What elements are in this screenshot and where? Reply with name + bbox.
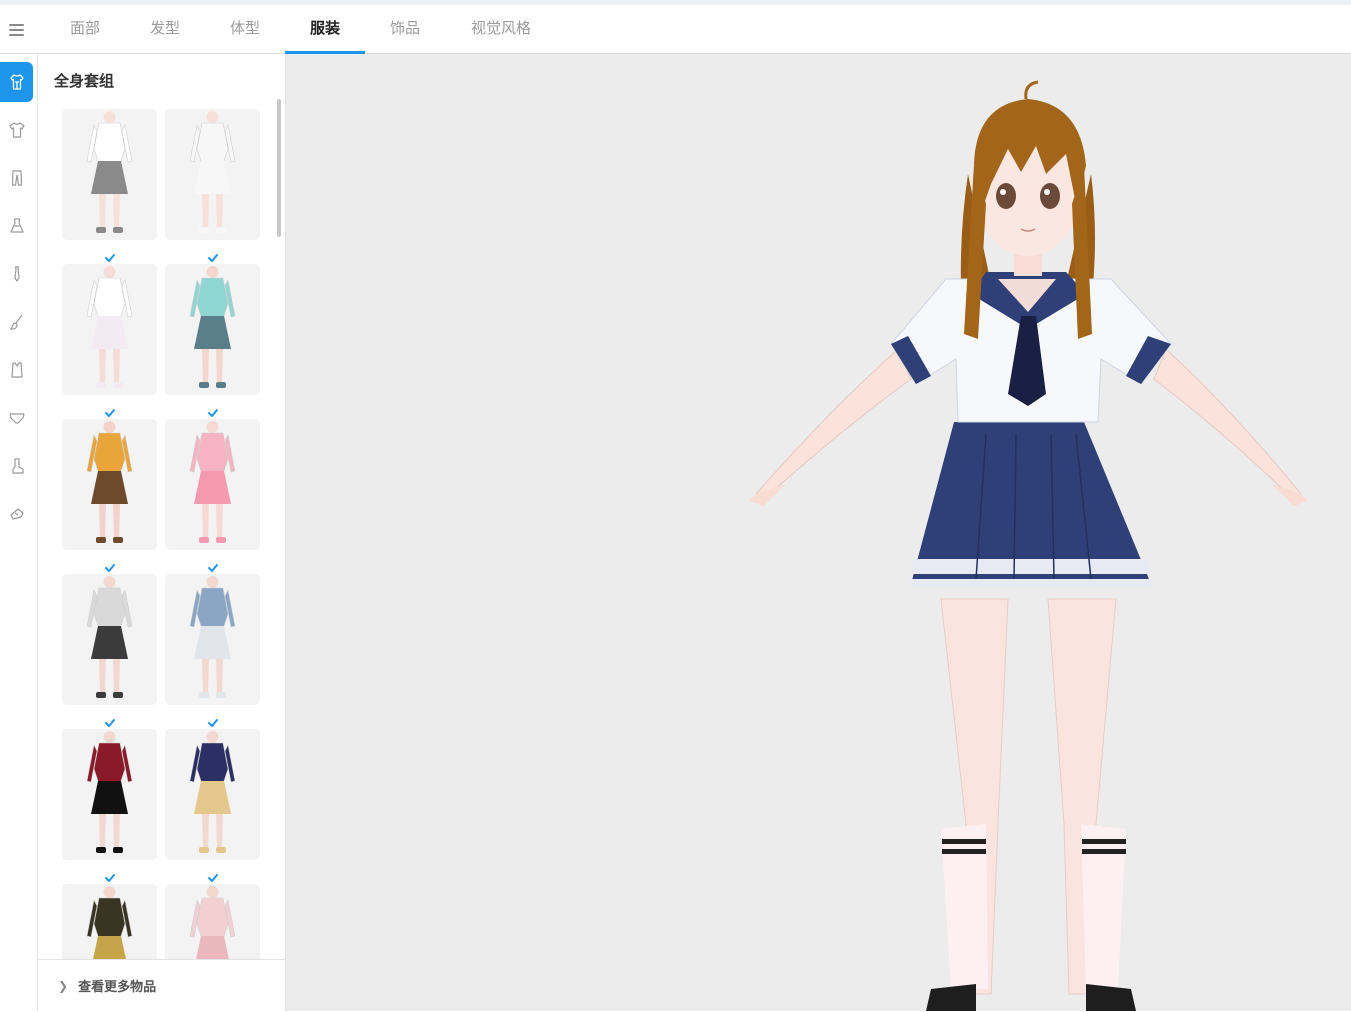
outfit-card-pink-lolita-dress[interactable] bbox=[165, 419, 260, 550]
checkmark-icon bbox=[207, 868, 219, 882]
shoe-icon bbox=[9, 508, 24, 520]
avatar-viewport[interactable] bbox=[286, 54, 1351, 1011]
underwear-icon bbox=[8, 413, 25, 424]
outfit-thumbnail bbox=[86, 266, 133, 388]
outfit-thumbnail bbox=[189, 731, 236, 853]
checkmark-icon bbox=[104, 713, 116, 727]
checkmark-icon bbox=[104, 558, 116, 572]
full-outfit-icon bbox=[9, 74, 24, 90]
rail-sock[interactable] bbox=[0, 446, 33, 486]
checkmark-icon bbox=[207, 558, 219, 572]
view-more-button[interactable]: ❯ 查看更多物品 bbox=[58, 976, 157, 996]
outfit-thumbnail bbox=[86, 421, 133, 543]
outfit-thumbnail bbox=[189, 266, 236, 388]
rail-dress[interactable] bbox=[0, 206, 33, 246]
outfit-card-blue-maid-dress[interactable] bbox=[165, 574, 260, 705]
outfit-card-red-black-dress[interactable] bbox=[62, 729, 157, 860]
checkmark-icon bbox=[207, 248, 219, 262]
outfit-thumbnail bbox=[189, 421, 236, 543]
category-rail bbox=[0, 54, 38, 1011]
tab-body[interactable]: 体型 bbox=[220, 5, 270, 53]
checkmark-icon bbox=[104, 248, 116, 262]
outfit-card-brown-lolita-dress[interactable] bbox=[62, 419, 157, 550]
rail-full-outfit[interactable] bbox=[0, 62, 33, 102]
rail-pants[interactable] bbox=[0, 158, 33, 198]
checkmark-icon bbox=[207, 403, 219, 417]
tab-hairstyle[interactable]: 发型 bbox=[140, 5, 190, 53]
outfit-thumbnail bbox=[86, 111, 133, 233]
checkmark-icon bbox=[104, 403, 116, 417]
outfit-thumbnail bbox=[86, 731, 133, 853]
vest-icon bbox=[10, 362, 23, 378]
outfit-card-white-shirt-dress[interactable] bbox=[165, 109, 260, 240]
avatar-model bbox=[749, 80, 1308, 1011]
tab-face[interactable]: 面部 bbox=[60, 5, 110, 53]
rail-underwear[interactable] bbox=[0, 398, 33, 438]
dress-icon bbox=[9, 218, 24, 233]
outfit-card-white-frilly-dress[interactable] bbox=[62, 264, 157, 395]
rail-shoe[interactable] bbox=[0, 494, 33, 534]
sock-icon bbox=[11, 458, 24, 474]
checkmark-icon bbox=[104, 868, 116, 882]
outfit-card-navy-starry-dress[interactable] bbox=[165, 729, 260, 860]
outfit-thumbnail bbox=[86, 576, 133, 698]
brush-icon bbox=[9, 314, 22, 330]
panel-title: 全身套组 bbox=[54, 72, 115, 90]
rail-tie[interactable] bbox=[0, 254, 33, 294]
tab-accessories[interactable]: 饰品 bbox=[380, 5, 430, 53]
outfit-card-gray-vest-suit[interactable] bbox=[62, 574, 157, 705]
outfit-card-teal-hoodie-shorts[interactable] bbox=[165, 264, 260, 395]
rail-shirt[interactable] bbox=[0, 110, 33, 150]
outfit-thumbnail bbox=[189, 111, 236, 233]
tab-bar: 面部 发型 体型 服装 饰品 视觉风格 bbox=[0, 5, 1351, 54]
rail-brush[interactable] bbox=[0, 302, 33, 342]
tab-clothing[interactable]: 服装 bbox=[285, 5, 365, 54]
view-more-label: 查看更多物品 bbox=[78, 980, 157, 995]
tab-visual-style[interactable]: 视觉风格 bbox=[462, 5, 540, 53]
outfit-panel: 全身套组 ❯ 查看更多物品 bbox=[38, 54, 286, 1012]
tie-icon bbox=[13, 266, 20, 282]
outfit-grid bbox=[38, 109, 285, 1011]
outfit-card-white-shirt-gray-pants[interactable] bbox=[62, 109, 157, 240]
checkmark-icon bbox=[207, 713, 219, 727]
rail-vest[interactable] bbox=[0, 350, 33, 390]
hamburger-menu-icon[interactable] bbox=[6, 19, 28, 41]
outfit-thumbnail bbox=[189, 576, 236, 698]
panel-footer: ❯ 查看更多物品 bbox=[38, 959, 285, 1012]
shirt-icon bbox=[8, 122, 25, 138]
pants-icon bbox=[11, 170, 22, 186]
chevron-right-icon: ❯ bbox=[58, 978, 69, 993]
